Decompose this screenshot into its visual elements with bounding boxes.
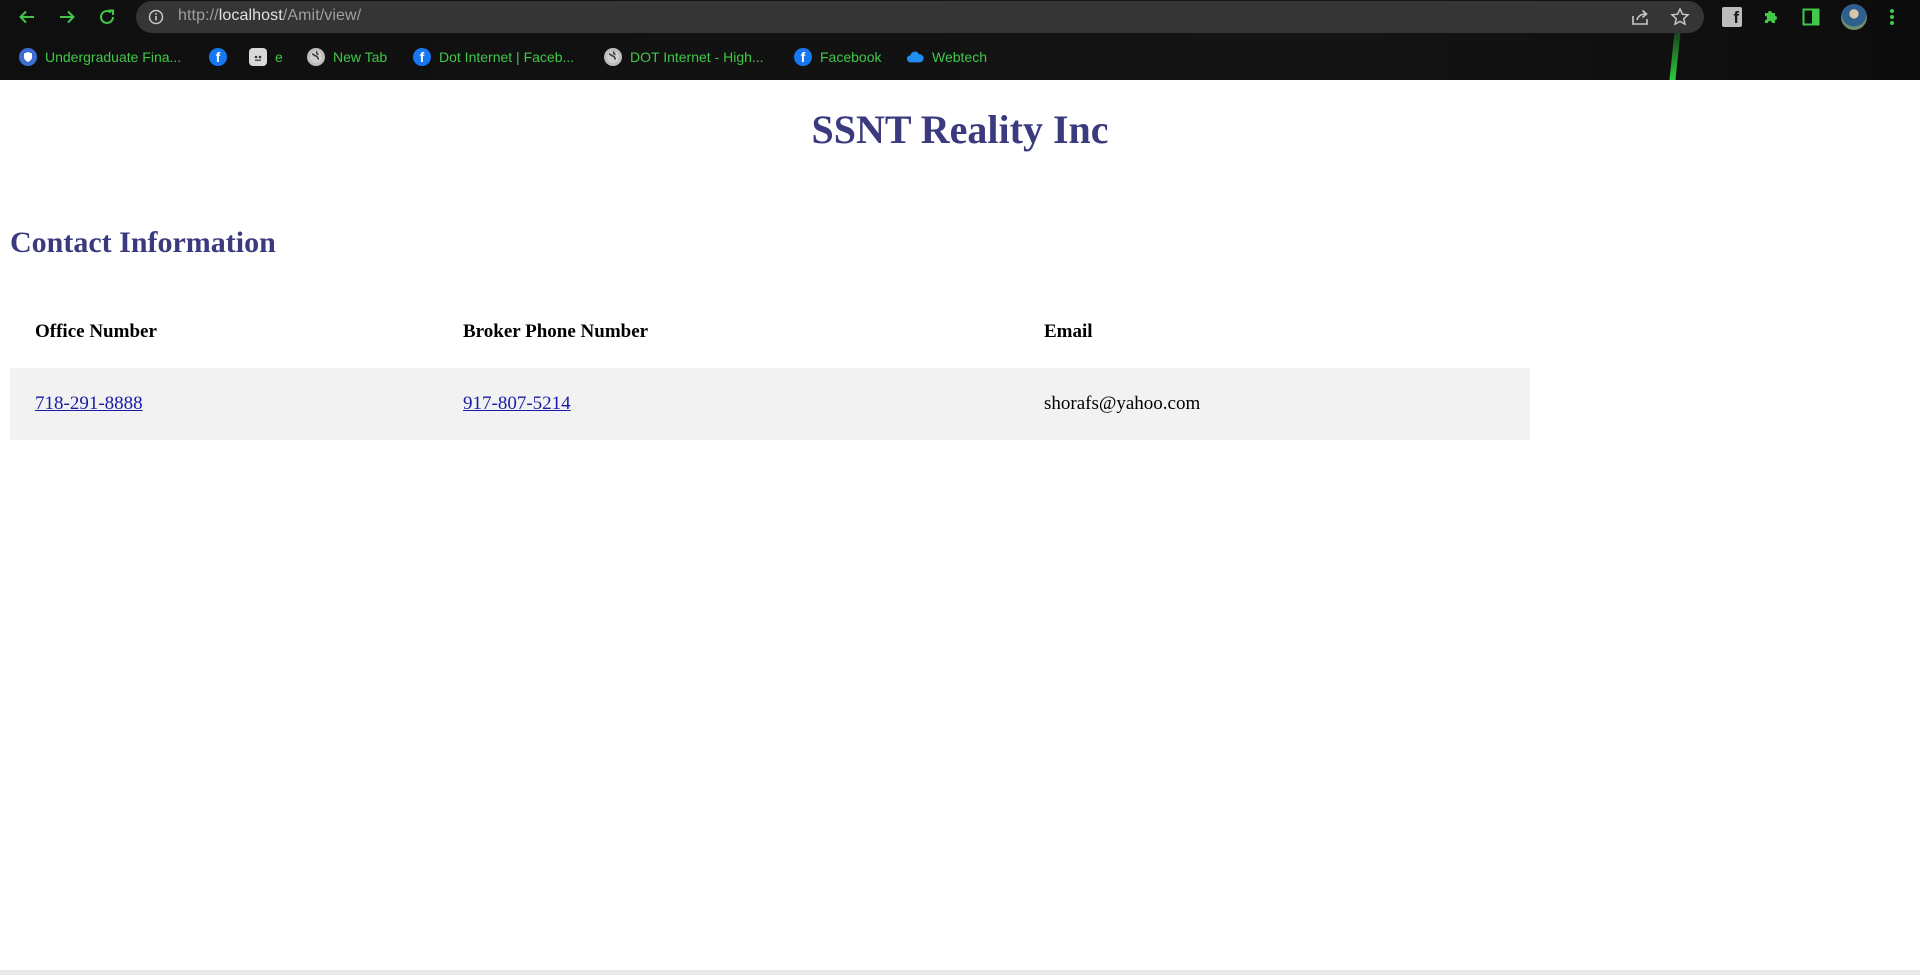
bookmark-item[interactable]: f Facebook [794,44,881,70]
robot-icon [249,48,267,66]
globe-icon [307,48,325,66]
url-path: /Amit/view/ [282,7,362,24]
facebook-icon: f [413,48,431,66]
bookmark-star-button[interactable] [1670,7,1690,27]
header-broker-phone: Broker Phone Number [463,321,649,342]
extensions-button[interactable] [1759,5,1783,29]
bookmark-item[interactable]: New Tab [307,44,387,70]
arrow-left-icon [19,10,34,24]
url-host: localhost [218,7,283,24]
table-header-row: Office Number Broker Phone Number Email [10,296,1530,368]
bookmark-label: DOT Internet - High... [630,49,764,65]
url-scheme: http:// [178,7,219,24]
side-panel-button[interactable] [1799,5,1823,29]
browser-chrome: http://localhost/Amit/view/ f Undergradu… [0,0,1920,80]
office-number-cell: 718-291-8888 [10,368,438,440]
puzzle-icon [1765,11,1777,23]
bookmark-item[interactable]: e [249,44,283,70]
reload-button[interactable] [94,4,120,30]
bookmark-label: Dot Internet | Faceb... [439,49,575,65]
globe-icon [604,48,622,66]
menu-button[interactable] [1880,5,1904,29]
facebook-square-icon: f [1722,7,1742,27]
bookmark-label: New Tab [333,49,388,65]
browser-toolbar: http://localhost/Amit/view/ f [0,0,1920,34]
reload-icon [100,9,114,24]
shield-icon [19,48,37,66]
bookmark-item[interactable]: Undergraduate Fina... [19,44,181,70]
contact-table: Office Number Broker Phone Number Email … [10,296,1530,440]
bookmark-label: Facebook [820,49,882,65]
info-icon[interactable] [148,9,164,25]
office-phone-link[interactable]: 718-291-8888 [35,393,143,414]
cloud-icon [906,48,924,66]
site-title: SSNT Reality Inc [811,107,1109,152]
bookmark-label: Webtech [932,49,987,65]
share-icon [1632,9,1648,25]
broker-phone-cell: 917-807-5214 [438,368,1019,440]
share-button[interactable] [1630,7,1650,27]
back-button[interactable] [14,4,40,30]
avatar [1841,4,1867,30]
bookmark-item[interactable]: DOT Internet - High... [604,44,764,70]
bookmark-item[interactable]: Webtech [906,44,987,70]
header-email: Email [1044,321,1093,342]
forward-button[interactable] [54,4,80,30]
bookmark-item[interactable]: f Dot Internet | Faceb... [413,44,574,70]
bookmark-label: Undergraduate Fina... [45,49,182,65]
side-panel-icon [1802,8,1820,26]
url-text[interactable]: http://localhost/Amit/view/ [178,7,361,25]
address-bar[interactable]: http://localhost/Amit/view/ [136,1,1704,33]
email-cell: shorafs@yahoo.com [1019,368,1530,440]
header-office-number: Office Number [35,321,157,342]
profile-button[interactable] [1840,3,1868,31]
bookmark-item[interactable]: f [209,44,235,70]
section-title: Contact Information [10,226,276,259]
broker-phone-link[interactable]: 917-807-5214 [463,393,571,414]
star-icon [1670,7,1690,26]
window-bottom-edge [0,970,1920,975]
table-row: 718-291-8888 917-807-5214 shorafs@yahoo.… [10,368,1530,440]
bookmarks-bar: Undergraduate Fina... f e New Tab f Dot … [0,44,1920,70]
arrow-right-icon [60,10,75,24]
page-content: SSNT Reality Inc Contact Information Off… [0,80,1920,975]
bookmark-label: e [275,49,283,65]
facebook-extension-button[interactable]: f [1720,5,1744,29]
facebook-icon: f [794,48,812,66]
facebook-icon: f [209,48,227,66]
kebab-menu-icon [1890,9,1894,25]
